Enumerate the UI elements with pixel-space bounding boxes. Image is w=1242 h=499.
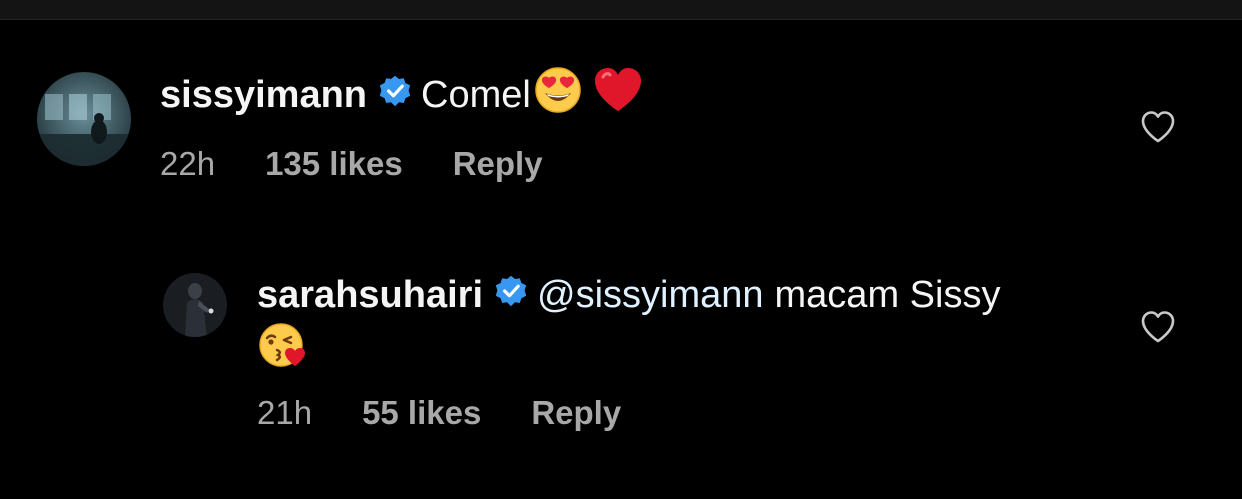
comment-meta: 22h 135 likes Reply (160, 143, 543, 185)
kissing-heart-emoji (257, 320, 309, 375)
heart-outline-icon[interactable] (1140, 310, 1176, 349)
mention-link[interactable]: @sissyimann (537, 274, 764, 317)
likes-count[interactable]: 55 likes (362, 394, 481, 432)
verified-badge-icon (495, 274, 527, 317)
likes-count[interactable]: 135 likes (265, 145, 403, 183)
username[interactable]: sarahsuhairi (257, 274, 483, 317)
avatar[interactable] (163, 273, 227, 337)
red-heart-emoji (593, 67, 643, 123)
username[interactable]: sissyimann (160, 74, 367, 117)
timestamp: 22h (160, 145, 216, 182)
reply-button[interactable]: Reply (531, 394, 621, 432)
reply-button[interactable]: Reply (453, 145, 543, 183)
verified-badge-icon (379, 74, 411, 117)
comment-text: macam Sissy (774, 273, 1001, 316)
heart-eyes-emoji (533, 65, 583, 125)
comment-text: Comel (421, 73, 531, 116)
comment-meta: 21h 55 likes Reply (257, 392, 621, 434)
comment-body: sissyimann Comel (160, 67, 643, 118)
heart-outline-icon[interactable] (1140, 110, 1176, 149)
timestamp: 21h (257, 394, 313, 431)
avatar[interactable] (37, 72, 131, 166)
comment-body: sarahsuhairi @sissyimann macam Sissy (257, 272, 1000, 318)
top-bar (0, 0, 1242, 20)
